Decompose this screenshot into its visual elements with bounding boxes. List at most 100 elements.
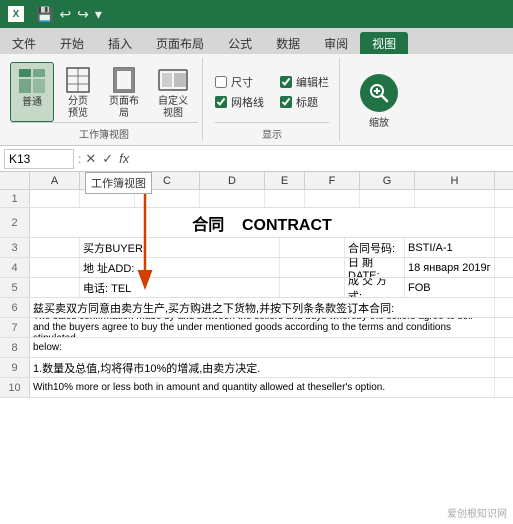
cell-f1[interactable] xyxy=(305,190,360,207)
tab-data[interactable]: 数据 xyxy=(264,32,312,54)
redo-icon[interactable]: ↪ xyxy=(77,6,89,23)
cell-note-cn[interactable]: 兹买卖双方同意由卖方生产,买方购进之下货物,并按下列条条款签订本合同: xyxy=(30,298,495,317)
tab-formula[interactable]: 公式 xyxy=(216,32,264,54)
headings-checkbox[interactable] xyxy=(280,96,292,108)
formula-separator: : xyxy=(78,152,81,166)
col-header-f: F xyxy=(305,172,360,189)
zoom-button[interactable]: 缩放 xyxy=(350,70,408,133)
ruler-label: 尺寸 xyxy=(231,74,253,90)
more-icon[interactable]: ▾ xyxy=(95,6,102,23)
cell-a3[interactable] xyxy=(30,238,80,257)
cell-contract-label: 合同号码: xyxy=(345,238,405,257)
col-header-e: E xyxy=(265,172,305,189)
row-num-6: 6 xyxy=(0,298,30,317)
show-group-label: 显示 xyxy=(215,122,329,141)
zoom-icon xyxy=(360,74,398,112)
headings-checkbox-row[interactable]: 标题 xyxy=(280,94,329,110)
workbook-view-group-label: 工作簿视图 xyxy=(10,122,198,141)
cell-item1-cn[interactable]: 1.数量及总值,均将得市10%的增减,由卖方决定. xyxy=(30,358,495,377)
tab-home[interactable]: 开始 xyxy=(48,32,96,54)
table-row: 5 电话: TEL 成 交 方 式: FOB xyxy=(0,278,513,298)
zoom-label: 缩放 xyxy=(369,114,389,129)
row-num-header xyxy=(0,172,30,189)
sheet-rows: 1 2 合同 CONTRACT 3 买方BUYER: 合同号码: BST xyxy=(0,190,513,398)
col-header-d: D xyxy=(200,172,265,189)
custom-view-button[interactable]: 自定义视图 xyxy=(148,62,198,122)
save-icon[interactable]: 💾 xyxy=(36,6,53,23)
spreadsheet-container: 工作簿视图 A B C D E F G H 1 2 合同 xyxy=(0,172,513,398)
cell-e3[interactable] xyxy=(280,238,345,257)
formula-bar: : ✕ ✓ fx xyxy=(0,146,513,172)
page-break-label: 分页 预览 xyxy=(68,96,88,120)
col-header-a: A xyxy=(30,172,80,189)
cell-e1[interactable] xyxy=(265,190,305,207)
workbook-view-tooltip: 工作簿视图 xyxy=(85,172,152,194)
ruler-checkbox[interactable] xyxy=(215,76,227,88)
col-header-g: G xyxy=(360,172,415,189)
table-row: 7 The sales confirmation made by and bet… xyxy=(0,318,513,338)
cell-e4[interactable] xyxy=(280,258,345,277)
tab-insert[interactable]: 插入 xyxy=(96,32,144,54)
cell-buyer[interactable]: 买方BUYER: xyxy=(80,238,280,257)
cell-g1[interactable] xyxy=(360,190,415,207)
cell-date-val[interactable]: 18 января 2019г xyxy=(405,258,495,277)
row-num-9: 9 xyxy=(0,358,30,377)
tab-file[interactable]: 文件 xyxy=(0,32,48,54)
cell-h1[interactable] xyxy=(415,190,495,207)
formula-bar-label: 编辑栏 xyxy=(296,74,329,90)
title-cell[interactable]: 合同 CONTRACT xyxy=(30,208,495,237)
cell-reference-input[interactable] xyxy=(4,149,74,169)
row-num-3: 3 xyxy=(0,238,30,257)
ruler-checkbox-row[interactable]: 尺寸 xyxy=(215,74,264,90)
formula-bar-checkbox[interactable] xyxy=(280,76,292,88)
quick-access-toolbar: 💾 ↩ ↪ ▾ xyxy=(36,6,102,23)
cancel-formula-icon[interactable]: ✕ xyxy=(85,151,96,167)
cell-date-label: 日 期DATE: xyxy=(345,258,405,277)
normal-view-icon xyxy=(16,65,48,97)
cell-a4[interactable] xyxy=(30,258,80,277)
cell-fob-val[interactable]: FOB xyxy=(405,278,495,297)
cell-item1-en[interactable]: With10% more or less both in amount and … xyxy=(30,378,495,397)
tab-page-layout[interactable]: 页面布局 xyxy=(144,32,216,54)
gridlines-checkbox-row[interactable]: 网格线 xyxy=(215,94,264,110)
ribbon-tabs: 文件 开始 插入 页面布局 公式 数据 审阅 视图 xyxy=(0,28,513,54)
column-headers: A B C D E F G H xyxy=(0,172,513,190)
row-num-5: 5 xyxy=(0,278,30,297)
normal-view-button[interactable]: 普通 xyxy=(10,62,54,122)
confirm-formula-icon[interactable]: ✓ xyxy=(102,151,113,167)
table-row: 1 xyxy=(0,190,513,208)
excel-icon: X xyxy=(8,6,24,22)
table-row: 8 below: xyxy=(0,338,513,358)
cell-tel[interactable]: 电话: TEL xyxy=(80,278,280,297)
table-row: 9 1.数量及总值,均将得市10%的增减,由卖方决定. xyxy=(0,358,513,378)
table-row: 2 合同 CONTRACT xyxy=(0,208,513,238)
cell-d1[interactable] xyxy=(200,190,265,207)
row-num-4: 4 xyxy=(0,258,30,277)
table-row: 4 地 址ADD: 日 期DATE: 18 января 2019г xyxy=(0,258,513,278)
undo-icon[interactable]: ↩ xyxy=(59,6,71,23)
cell-a5[interactable] xyxy=(30,278,80,297)
row-num-8: 8 xyxy=(0,338,30,357)
gridlines-checkbox[interactable] xyxy=(215,96,227,108)
row-num-1: 1 xyxy=(0,190,30,207)
formula-bar-checkbox-row[interactable]: 编辑栏 xyxy=(280,74,329,90)
tab-review[interactable]: 审阅 xyxy=(312,32,360,54)
cell-contract-val[interactable]: BSTI/A-1 xyxy=(405,238,495,257)
formula-icons: ✕ ✓ fx xyxy=(85,151,129,167)
custom-view-label: 自定义视图 xyxy=(154,96,192,120)
tab-view[interactable]: 视图 xyxy=(360,32,408,54)
cell-note-en-1[interactable]: The sales confirmation made by and betwe… xyxy=(30,318,495,337)
cell-address[interactable]: 地 址ADD: xyxy=(80,258,280,277)
formula-input[interactable] xyxy=(133,152,509,166)
headings-label: 标题 xyxy=(296,94,318,110)
title-bar: X 💾 ↩ ↪ ▾ xyxy=(0,0,513,28)
page-layout-button[interactable]: 页面布局 xyxy=(102,62,146,122)
cell-a1[interactable] xyxy=(30,190,80,207)
ribbon-panel: 普通 分页 预览 xyxy=(0,54,513,146)
cell-e5[interactable] xyxy=(280,278,345,297)
table-row: 3 买方BUYER: 合同号码: BSTI/A-1 xyxy=(0,238,513,258)
cell-note-en-2[interactable]: below: xyxy=(30,338,495,357)
fx-icon[interactable]: fx xyxy=(119,151,129,166)
page-break-button[interactable]: 分页 预览 xyxy=(56,62,100,122)
page-layout-label: 页面布局 xyxy=(108,96,140,120)
